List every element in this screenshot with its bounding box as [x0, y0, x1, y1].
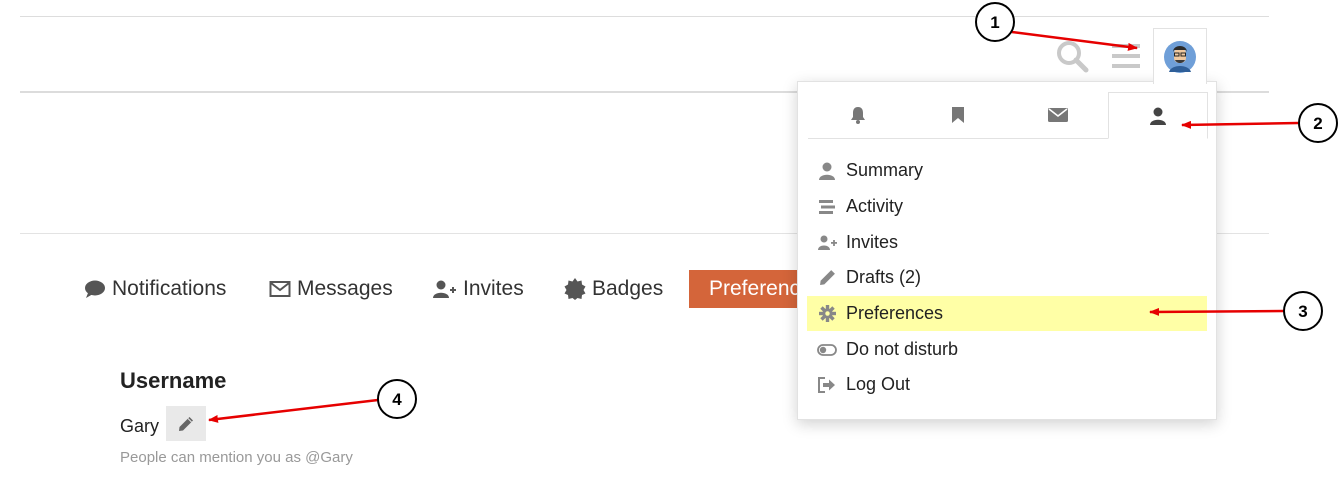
menu-item-label: Drafts (2) [846, 267, 922, 287]
tab-notifications[interactable]: Notifications [84, 270, 226, 308]
sign-out-icon [818, 376, 835, 393]
tab-label: Messages [297, 277, 393, 300]
envelope-icon [1048, 108, 1068, 122]
callout-number: 2 [1313, 114, 1322, 133]
envelope-icon [269, 281, 291, 297]
user-icon [819, 162, 835, 180]
user-menu-tabs [808, 92, 1208, 139]
certificate-icon [564, 278, 586, 300]
menu-item-label: Activity [846, 196, 904, 216]
gear-icon [818, 305, 836, 322]
menu-item-label: Summary [846, 160, 924, 180]
user-menu-dropdown: Summary Activity Invites Drafts (2) Pref… [797, 81, 1217, 420]
callout-number: 4 [392, 390, 402, 409]
menu-tab-messages[interactable] [1008, 92, 1108, 138]
menu-item-label: Do not disturb [846, 339, 959, 359]
menu-item-invites[interactable]: Invites [807, 225, 1207, 260]
user-plus-icon [817, 235, 837, 250]
search-icon [1057, 41, 1089, 73]
mention-hint: People can mention you as @Gary [120, 449, 353, 466]
username-heading: Username [120, 368, 227, 393]
menu-item-activity[interactable]: Activity [807, 189, 1207, 224]
callout-4: 4 [208, 379, 417, 423]
menu-item-log-out[interactable]: Log Out [807, 367, 1207, 402]
avatar [1164, 40, 1196, 73]
tab-label: Preferences [709, 277, 809, 300]
menu-item-label: Preferences [846, 303, 944, 323]
menu-item-do-not-disturb[interactable]: Do not disturb [807, 332, 1207, 367]
hamburger-menu-button[interactable] [1108, 38, 1144, 74]
pencil-icon [179, 416, 193, 431]
bell-icon [851, 107, 865, 124]
user-icon [1150, 107, 1166, 125]
hamburger-icon [1112, 44, 1140, 68]
tab-preferences[interactable]: Preferences [689, 270, 809, 308]
menu-item-drafts[interactable]: Drafts (2) [807, 260, 1207, 295]
user-plus-icon [433, 280, 456, 298]
menu-tab-profile[interactable] [1108, 92, 1208, 139]
user-avatar-button[interactable] [1153, 28, 1207, 84]
tab-badges[interactable]: Badges [564, 270, 663, 308]
stream-icon [819, 199, 835, 214]
top-divider [20, 16, 1269, 17]
comment-icon [85, 280, 105, 298]
pencil-icon [819, 270, 835, 285]
toggle-off-icon [817, 343, 837, 356]
callout-number: 3 [1298, 302, 1307, 321]
bookmark-icon [952, 107, 964, 123]
tab-label: Notifications [112, 277, 227, 300]
menu-tab-notifications[interactable] [808, 92, 908, 138]
tab-invites[interactable]: Invites [433, 270, 524, 308]
menu-item-preferences[interactable]: Preferences [807, 296, 1207, 331]
edit-username-button[interactable] [166, 406, 206, 441]
search-button[interactable] [1052, 38, 1092, 74]
menu-item-summary[interactable]: Summary [807, 153, 1207, 188]
tab-messages[interactable]: Messages [269, 270, 393, 308]
tab-label: Badges [592, 277, 664, 300]
menu-tab-bookmarks[interactable] [908, 92, 1008, 138]
arrow-4 [208, 398, 379, 423]
tab-label: Invites [463, 277, 524, 300]
username-value: Gary [120, 416, 160, 436]
menu-item-label: Log Out [846, 374, 911, 394]
menu-item-label: Invites [846, 232, 899, 252]
